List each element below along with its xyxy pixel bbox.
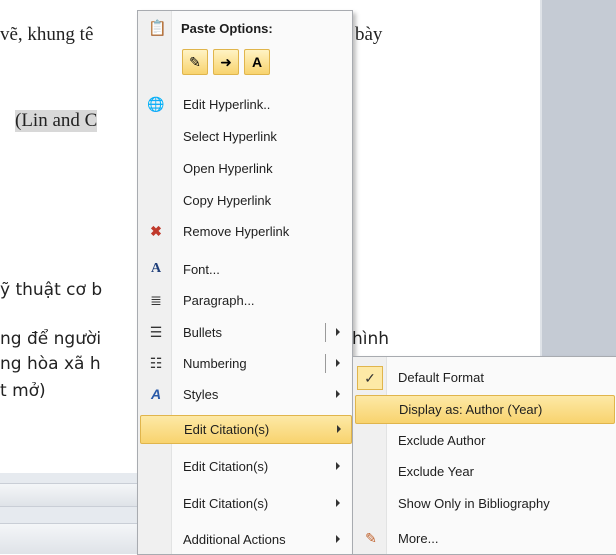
menu-item-label: Bullets [183,325,223,340]
doc-line-citation: (Lin and C [15,110,98,132]
menu-item-label: Additional Actions [183,532,286,547]
document-margin [542,0,616,360]
checkmark-icon: ✓ [357,366,383,390]
menu-item-label: Remove Hyperlink [183,224,290,239]
submenu-arrow-icon[interactable] [336,328,340,336]
submenu-display-author-year[interactable]: Display as: Author (Year) [355,395,615,424]
styles-icon: A [150,386,162,402]
submenu-exclude-author[interactable]: Exclude Author [355,427,613,454]
doc-line-4-right: hình [352,329,390,349]
pencil-icon: ✎ [365,530,377,546]
paste-merge-formatting-button[interactable]: ➜ [213,49,239,75]
doc-line-3: ỹ thuật cơ b [0,280,103,300]
doc-line-4: ng để người [0,329,102,349]
split-divider [325,354,326,373]
menu-styles[interactable]: A Styles [140,381,350,408]
doc-line-6: t mở) [0,381,46,401]
menu-edit-hyperlink[interactable]: 🌐 Edit Hyperlink.. [140,91,350,118]
menu-numbering[interactable]: ☷ Numbering [140,350,350,377]
submenu-arrow-icon [336,535,340,543]
submenu-item-label: Exclude Author [398,433,486,448]
submenu-more[interactable]: ✎ More... [355,525,613,552]
menu-copy-hyperlink[interactable]: Copy Hyperlink [140,187,350,214]
menu-bullets[interactable]: ☰ Bullets [140,319,350,346]
menu-paragraph[interactable]: ≣ Paragraph... [140,287,350,314]
clipboard-icon: 📋 [148,20,167,37]
menu-item-label: Edit Citation(s) [183,459,269,474]
submenu-item-label: Show Only in Bibliography [398,496,550,511]
menu-select-hyperlink[interactable]: Select Hyperlink [140,123,350,150]
submenu-arrow-icon [337,425,341,433]
doc-line-5: ng hòa xã h [0,354,101,374]
submenu-default-format[interactable]: ✓ Default Format [355,364,613,391]
numbering-icon: ☷ [149,355,163,371]
globe-link-icon: 🌐 [147,96,165,112]
menu-item-label: Numbering [183,356,247,371]
menu-font[interactable]: A Font... [140,256,350,283]
arrow-icon: ➜ [220,54,232,70]
submenu-exclude-year[interactable]: Exclude Year [355,458,613,485]
doc-line-1: vẽ, khung tê [0,24,94,45]
menu-remove-hyperlink[interactable]: ✖ Remove Hyperlink [140,218,350,245]
submenu-item-label: Display as: Author (Year) [399,402,543,417]
menu-item-label: Select Hyperlink [183,129,277,144]
submenu-arrow-icon [336,462,340,470]
menu-item-label: Edit Hyperlink.. [183,97,271,112]
split-divider [325,323,326,342]
submenu-item-label: Exclude Year [398,464,474,479]
paste-options-header: Paste Options: [181,21,273,36]
menu-item-label: Styles [183,387,219,402]
text-a-icon: A [251,54,263,70]
menu-item-label: Edit Citation(s) [183,496,269,511]
submenu-show-only-bibliography[interactable]: Show Only in Bibliography [355,490,613,517]
menu-item-label: Font... [183,262,220,277]
menu-item-label: Edit Citation(s) [184,422,270,437]
paste-keep-formatting-button[interactable]: ✎ [182,49,208,75]
submenu-arrow-icon[interactable] [336,359,340,367]
submenu-arrow-icon [336,390,340,398]
menu-edit-citations-3[interactable]: Edit Citation(s) [140,490,350,517]
submenu-item-label: More... [398,531,439,546]
submenu-arrow-icon [336,499,340,507]
doc-line-1-right: bày [355,24,383,45]
font-icon: A [150,261,162,276]
paste-text-only-button[interactable]: A [244,49,270,75]
menu-item-label: Open Hyperlink [183,161,273,176]
brush-icon: ✎ [189,54,201,70]
remove-link-icon: ✖ [150,223,162,239]
context-menu: 📋 Paste Options: ✎ ➜ A 🌐 Edit Hyperlink.… [137,10,353,555]
menu-edit-citations-2[interactable]: Edit Citation(s) [140,453,350,480]
menu-item-label: Copy Hyperlink [183,193,272,208]
menu-item-label: Paragraph... [183,293,255,308]
bullets-icon: ☰ [149,324,163,340]
menu-open-hyperlink[interactable]: Open Hyperlink [140,155,350,182]
citation-submenu: ✓ Default Format Display as: Author (Yea… [352,356,616,555]
paragraph-icon: ≣ [150,292,162,308]
menu-additional-actions[interactable]: Additional Actions [140,526,350,553]
submenu-item-label: Default Format [398,370,484,385]
menu-edit-citations-active[interactable]: Edit Citation(s) [140,415,352,444]
